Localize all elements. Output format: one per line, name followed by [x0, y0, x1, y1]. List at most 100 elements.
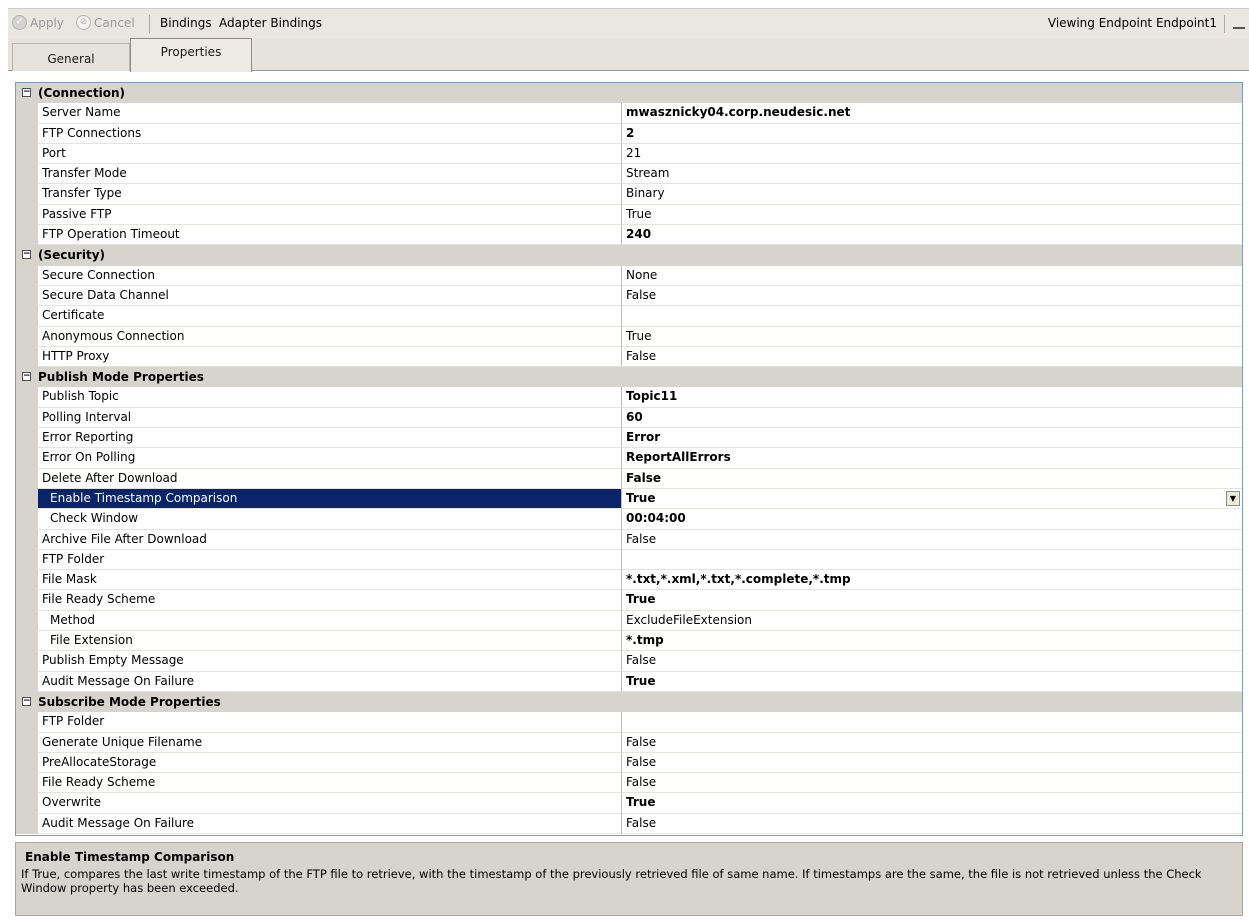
- tab-properties[interactable]: Properties: [130, 38, 252, 72]
- property-row[interactable]: FTP Connections 2: [16, 123, 1242, 144]
- property-name[interactable]: Certificate: [38, 306, 622, 327]
- property-row[interactable]: FTP Folder: [16, 712, 1242, 733]
- collapse-minus-icon[interactable]: −: [22, 250, 31, 260]
- property-value[interactable]: False: [622, 733, 1242, 753]
- adapter-bindings-button[interactable]: Adapter Bindings: [219, 9, 322, 38]
- property-name[interactable]: Passive FTP: [38, 204, 622, 226]
- property-name[interactable]: Delete After Download: [38, 468, 622, 489]
- property-name[interactable]: Publish Topic: [38, 387, 622, 408]
- property-row[interactable]: Transfer Type Binary: [16, 184, 1242, 205]
- property-value[interactable]: True: [622, 590, 1242, 611]
- property-value[interactable]: 00:04:00: [622, 509, 1242, 530]
- property-name[interactable]: Check Window: [38, 509, 622, 530]
- property-name[interactable]: File Extension: [38, 631, 622, 652]
- property-value[interactable]: Stream: [622, 164, 1242, 185]
- property-value[interactable]: False: [622, 753, 1242, 774]
- property-name[interactable]: Audit Message On Failure: [38, 671, 622, 692]
- property-name[interactable]: Anonymous Connection: [38, 326, 622, 347]
- apply-button[interactable]: ✓ Apply: [12, 9, 64, 38]
- property-row[interactable]: PreAllocateStorage False: [16, 752, 1242, 774]
- property-row[interactable]: Transfer Mode Stream: [16, 164, 1242, 185]
- property-name[interactable]: FTP Connections: [38, 123, 622, 144]
- property-name[interactable]: Server Name: [38, 103, 622, 124]
- property-row[interactable]: Method ExcludeFileExtension: [16, 610, 1242, 632]
- property-value[interactable]: None: [622, 266, 1242, 286]
- property-name[interactable]: Error On Polling: [38, 448, 622, 469]
- property-value[interactable]: Binary: [622, 184, 1242, 205]
- property-name[interactable]: Polling Interval: [38, 407, 622, 429]
- minimize-icon[interactable]: [1233, 27, 1245, 29]
- property-row[interactable]: File Ready Scheme False: [16, 773, 1242, 794]
- property-grid[interactable]: − (Connection) Server Name mwasznicky04.cor…: [15, 82, 1243, 836]
- property-row[interactable]: FTP Operation Timeout 240: [16, 225, 1242, 246]
- property-value[interactable]: [622, 550, 1242, 571]
- property-row[interactable]: File Extension *.tmp: [16, 631, 1242, 652]
- property-value[interactable]: [622, 306, 1242, 327]
- property-value[interactable]: Topic11: [622, 387, 1242, 408]
- property-name[interactable]: FTP Folder: [38, 712, 622, 733]
- property-row[interactable]: Polling Interval 60: [16, 407, 1242, 429]
- collapse-minus-icon[interactable]: −: [22, 696, 31, 706]
- property-value[interactable]: *.txt,*.xml,*.txt,*.complete,*.tmp: [622, 570, 1242, 591]
- property-value[interactable]: 2: [622, 124, 1242, 144]
- category-row-subscribe-mode-properties[interactable]: − Subscribe Mode Properties: [16, 691, 1242, 713]
- property-name[interactable]: File Ready Scheme: [38, 590, 622, 611]
- property-row[interactable]: Port 21: [16, 143, 1242, 165]
- bindings-button[interactable]: Bindings: [160, 9, 212, 38]
- property-name[interactable]: HTTP Proxy: [38, 346, 622, 368]
- property-row[interactable]: Overwrite True: [16, 793, 1242, 814]
- property-name[interactable]: Audit Message On Failure: [38, 813, 622, 834]
- property-row[interactable]: Check Window 00:04:00: [16, 509, 1242, 530]
- property-value[interactable]: True: [622, 327, 1242, 347]
- property-value[interactable]: [622, 712, 1242, 733]
- property-row[interactable]: Audit Message On Failure True: [16, 671, 1242, 692]
- property-value[interactable]: True: [622, 205, 1242, 226]
- property-row[interactable]: Publish Topic Topic11: [16, 387, 1242, 408]
- property-value[interactable]: *.tmp: [622, 631, 1242, 652]
- property-name[interactable]: Publish Empty Message: [38, 651, 622, 672]
- property-row[interactable]: Enable Timestamp Comparison True ▼: [16, 488, 1242, 510]
- property-name[interactable]: File Mask: [38, 570, 622, 591]
- property-name[interactable]: FTP Operation Timeout: [38, 225, 622, 246]
- category-row-connection[interactable]: − (Connection): [16, 83, 1242, 104]
- property-value[interactable]: Error: [622, 428, 1242, 449]
- property-value[interactable]: ReportAllErrors: [622, 448, 1242, 469]
- property-value[interactable]: mwasznicky04.corp.neudesic.net: [622, 103, 1242, 124]
- property-name[interactable]: Transfer Type: [38, 184, 622, 205]
- property-value[interactable]: True: [622, 793, 1242, 814]
- property-row[interactable]: Anonymous Connection True: [16, 326, 1242, 347]
- property-name[interactable]: Port: [38, 143, 622, 165]
- property-value[interactable]: False: [622, 530, 1242, 550]
- tab-general[interactable]: General: [12, 43, 130, 71]
- property-name[interactable]: Overwrite: [38, 793, 622, 814]
- property-row[interactable]: Error Reporting Error: [16, 428, 1242, 449]
- property-row[interactable]: Archive File After Download False: [16, 529, 1242, 550]
- property-value[interactable]: False: [622, 773, 1242, 794]
- property-name[interactable]: Method: [38, 610, 622, 632]
- property-value[interactable]: 240: [622, 225, 1242, 246]
- property-name[interactable]: PreAllocateStorage: [38, 752, 622, 774]
- property-value[interactable]: False: [622, 286, 1242, 307]
- property-row[interactable]: Secure Connection None: [16, 265, 1242, 286]
- property-value[interactable]: True ▼: [622, 489, 1242, 510]
- property-row[interactable]: Secure Data Channel False: [16, 285, 1242, 307]
- property-row[interactable]: Generate Unique Filename False: [16, 732, 1242, 753]
- property-name[interactable]: File Ready Scheme: [38, 773, 622, 794]
- property-name[interactable]: FTP Folder: [38, 549, 622, 571]
- property-value[interactable]: 21: [622, 144, 1242, 165]
- collapse-minus-icon[interactable]: −: [22, 372, 31, 382]
- property-name[interactable]: Transfer Mode: [38, 164, 622, 185]
- property-row[interactable]: Audit Message On Failure False: [16, 813, 1242, 834]
- property-value[interactable]: ExcludeFileExtension: [622, 611, 1242, 632]
- property-row[interactable]: Error On Polling ReportAllErrors: [16, 448, 1242, 469]
- property-value[interactable]: False: [622, 347, 1242, 368]
- property-name[interactable]: Archive File After Download: [38, 529, 622, 550]
- category-row-publish-mode-properties[interactable]: − Publish Mode Properties: [16, 367, 1242, 388]
- property-name[interactable]: Error Reporting: [38, 428, 622, 449]
- property-row[interactable]: Publish Empty Message False: [16, 651, 1242, 672]
- property-value[interactable]: True: [622, 672, 1242, 692]
- property-row[interactable]: Server Name mwasznicky04.corp.neudesic.ne…: [16, 103, 1242, 124]
- property-row[interactable]: File Ready Scheme True: [16, 590, 1242, 611]
- property-row[interactable]: Delete After Download False: [16, 468, 1242, 489]
- property-value[interactable]: False: [622, 651, 1242, 672]
